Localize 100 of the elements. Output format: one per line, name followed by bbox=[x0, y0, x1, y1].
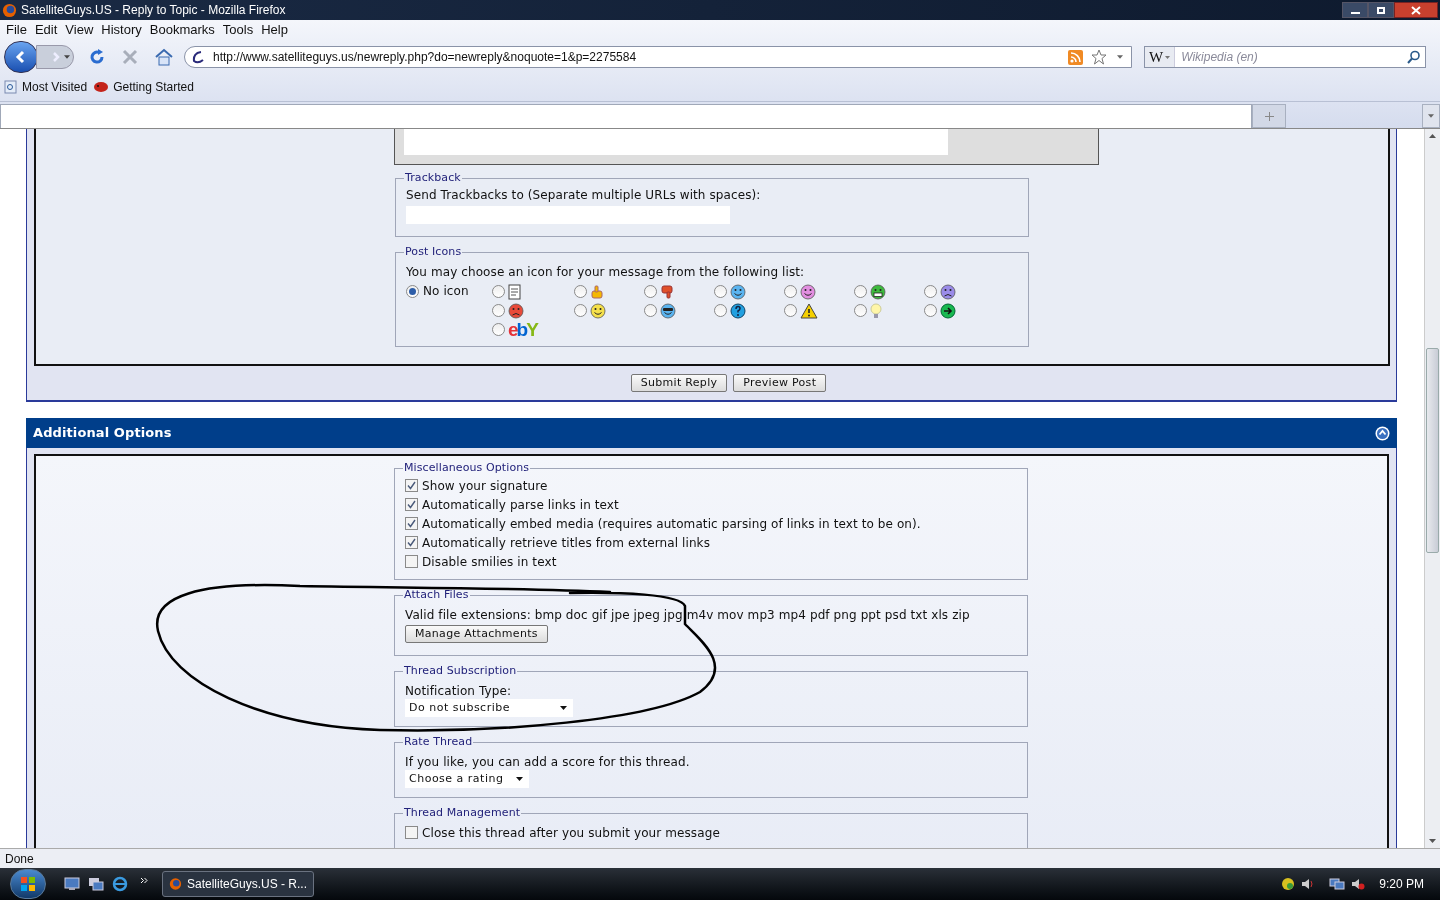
back-button[interactable] bbox=[4, 41, 38, 73]
menu-item[interactable]: Edit bbox=[30, 20, 62, 40]
double-chevron-icon[interactable] bbox=[140, 876, 148, 884]
address-bar[interactable]: http://www.satelliteguys.us/newreply.php?do=newreply&noquote=1&p=2275584 bbox=[184, 46, 1132, 68]
engine-caret-icon bbox=[1165, 55, 1171, 59]
desktop-icon[interactable] bbox=[64, 877, 80, 891]
checkbox[interactable] bbox=[405, 517, 418, 530]
firefox-icon bbox=[169, 877, 182, 891]
tray-icon[interactable] bbox=[1281, 877, 1296, 891]
grinning-face-icon bbox=[870, 283, 886, 300]
star-icon[interactable] bbox=[1091, 49, 1107, 65]
radio-button[interactable] bbox=[406, 285, 419, 298]
checkbox[interactable] bbox=[405, 479, 418, 492]
radio-button[interactable] bbox=[784, 285, 797, 298]
search-icon[interactable] bbox=[1407, 50, 1421, 64]
checkbox-option[interactable]: Disable smilies in text bbox=[405, 552, 1017, 571]
checkmark-icon bbox=[407, 538, 416, 547]
radio-button[interactable] bbox=[924, 304, 937, 317]
checkbox-option[interactable]: Close this thread after you submit your message bbox=[405, 823, 1017, 842]
start-button[interactable] bbox=[10, 869, 46, 899]
muted-speaker-icon[interactable] bbox=[1351, 877, 1366, 891]
radio-button[interactable] bbox=[784, 304, 797, 317]
form-button[interactable]: Manage Attachments bbox=[405, 625, 548, 643]
radio-option[interactable]: No icon bbox=[406, 283, 492, 338]
menu-item[interactable]: Tools bbox=[218, 20, 258, 40]
thumbs-down-icon bbox=[660, 283, 676, 300]
taskbar-window-button[interactable]: SatelliteGuys.US - R... bbox=[162, 871, 314, 897]
angry-face-icon bbox=[508, 302, 524, 319]
minimize-button[interactable] bbox=[1342, 2, 1368, 18]
tab-list-button[interactable] bbox=[1422, 104, 1440, 128]
dropdown-caret-icon bbox=[560, 706, 567, 710]
search-engine-selector[interactable]: W bbox=[1145, 47, 1176, 67]
close-button[interactable] bbox=[1394, 2, 1438, 18]
menu-item[interactable]: Help bbox=[257, 20, 292, 40]
collapse-icon[interactable] bbox=[1375, 425, 1390, 441]
restore-button[interactable] bbox=[1368, 2, 1394, 18]
rss-feed-icon[interactable] bbox=[1068, 49, 1083, 65]
checkbox[interactable] bbox=[405, 555, 418, 568]
form-button[interactable]: Preview Post bbox=[733, 374, 827, 392]
checkbox-option[interactable]: Automatically parse links in text bbox=[405, 495, 1017, 514]
fieldset-legend: Miscellaneous Options bbox=[403, 460, 531, 476]
checkmark-icon bbox=[407, 500, 416, 509]
dropdown[interactable]: Do not subscribe bbox=[405, 699, 573, 717]
warning-icon bbox=[800, 302, 818, 319]
document-icon bbox=[508, 283, 522, 300]
home-icon[interactable] bbox=[154, 48, 174, 66]
bookmark-link[interactable]: Getting Started bbox=[113, 78, 194, 96]
fieldset-legend: Thread Management bbox=[403, 805, 522, 821]
radio-button[interactable] bbox=[492, 323, 505, 336]
url-text: http://www.satelliteguys.us/newreply.php?do=newreply&noquote=1&p=2275584 bbox=[213, 49, 638, 66]
radio-button[interactable] bbox=[492, 285, 505, 298]
radio-button[interactable] bbox=[714, 285, 727, 298]
network-icon[interactable] bbox=[1329, 877, 1346, 891]
speaker-icon[interactable] bbox=[1301, 877, 1316, 891]
scrollbar[interactable] bbox=[1424, 129, 1440, 848]
scroll-thumb[interactable] bbox=[1426, 348, 1439, 553]
form-button[interactable]: Submit Reply bbox=[630, 374, 728, 392]
radio-button[interactable] bbox=[574, 304, 587, 317]
radio-button[interactable] bbox=[644, 304, 657, 317]
radio-button[interactable] bbox=[492, 304, 505, 317]
dropdown-caret-icon bbox=[1117, 55, 1123, 59]
field-label: Send Trackbacks to (Separate multiple URLs with spaces): bbox=[406, 187, 762, 203]
window-title: SatelliteGuys.US - Reply to Topic - Mozilla Firefox bbox=[21, 2, 287, 19]
windows-switcher-icon[interactable] bbox=[88, 877, 104, 891]
menu-item[interactable]: Bookmarks bbox=[145, 20, 219, 40]
radio-button[interactable] bbox=[644, 285, 657, 298]
checkbox[interactable] bbox=[405, 826, 418, 839]
scroll-up-icon bbox=[1429, 134, 1436, 138]
search-field[interactable]: W Wikipedia (en) bbox=[1144, 46, 1426, 68]
magnifier-page-icon bbox=[4, 80, 18, 94]
rate-prompt: If you like, you can add a score for this thread. bbox=[405, 754, 691, 770]
reload-icon[interactable] bbox=[88, 48, 106, 66]
checkbox-option[interactable]: Automatically embed media (requires automatic parsing of links in text to be on). bbox=[405, 514, 1017, 533]
dropdown[interactable]: Choose a rating bbox=[405, 770, 529, 788]
menu-item[interactable]: History bbox=[97, 20, 146, 40]
history-caret-icon bbox=[64, 55, 70, 59]
browser-icon[interactable] bbox=[112, 876, 128, 892]
bookmark-link[interactable]: Most Visited bbox=[22, 78, 88, 96]
checkbox[interactable] bbox=[405, 536, 418, 549]
new-tab-button[interactable] bbox=[1252, 104, 1286, 128]
windows-logo bbox=[20, 876, 36, 892]
menu-item[interactable]: View bbox=[61, 20, 98, 40]
radio-button[interactable] bbox=[574, 285, 587, 298]
radio-button[interactable] bbox=[714, 304, 727, 317]
radio-button[interactable] bbox=[924, 285, 937, 298]
checkmark-icon bbox=[407, 519, 416, 528]
smiley-icon bbox=[730, 283, 746, 300]
site-favicon bbox=[191, 50, 205, 64]
thumbs-up-icon bbox=[590, 283, 606, 300]
sunglasses-face-icon bbox=[660, 302, 676, 319]
checkbox[interactable] bbox=[405, 498, 418, 511]
checkbox-option[interactable]: Show your signature bbox=[405, 476, 1017, 495]
menu-item[interactable]: File bbox=[2, 20, 31, 40]
dropdown-caret-icon bbox=[516, 777, 523, 781]
radio-button[interactable] bbox=[854, 304, 867, 317]
lightbulb-icon bbox=[870, 302, 882, 319]
radio-button[interactable] bbox=[854, 285, 867, 298]
stop-icon[interactable] bbox=[122, 49, 138, 65]
fieldset-legend: Thread Subscription bbox=[403, 663, 518, 679]
checkbox-option[interactable]: Automatically retrieve titles from external links bbox=[405, 533, 1017, 552]
